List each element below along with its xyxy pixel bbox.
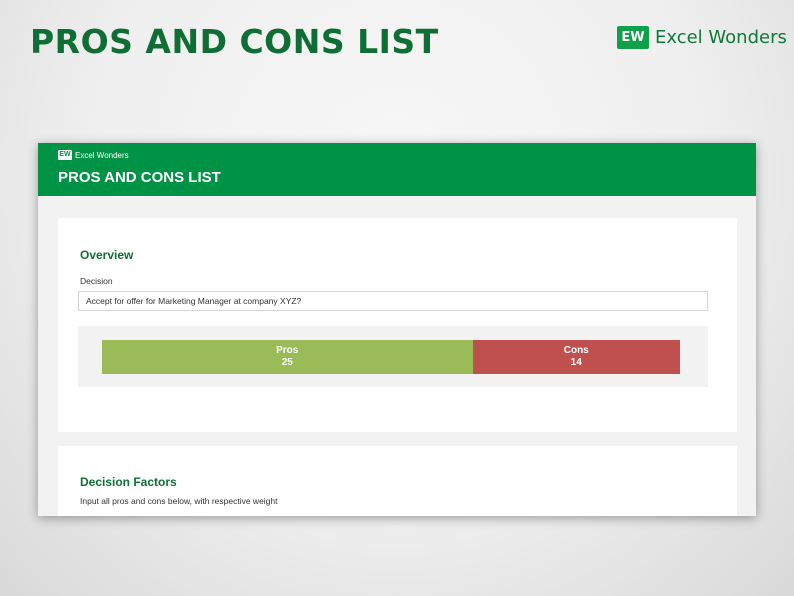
sheet-brand: EW Excel Wonders — [58, 150, 129, 160]
decision-label: Decision — [80, 276, 113, 286]
pros-cons-bar: Pros 25 Cons 14 — [102, 340, 680, 374]
sheet-header: EW Excel Wonders PROS AND CONS LIST — [38, 143, 756, 196]
summary-panel: Pros 25 Cons 14 — [78, 326, 708, 387]
sheet-brand-name: Excel Wonders — [75, 150, 129, 160]
pros-label: Pros — [276, 345, 299, 356]
decision-factors-heading: Decision Factors — [80, 475, 177, 489]
overview-card: Overview Decision Pros 25 Cons 14 — [58, 218, 737, 432]
overview-heading: Overview — [80, 248, 134, 262]
decision-factors-card: Decision Factors Input all pros and cons… — [58, 446, 737, 516]
pros-value: 25 — [281, 357, 293, 368]
decision-input[interactable] — [78, 291, 708, 311]
brand-name: Excel Wonders — [655, 27, 787, 48]
cons-label: Cons — [563, 345, 589, 356]
page-title: PROS AND CONS LIST — [30, 22, 439, 61]
sheet-logo-icon: EW — [58, 150, 72, 160]
excel-wonders-logo-icon: EW — [617, 26, 649, 49]
decision-factors-subtitle: Input all pros and cons below, with resp… — [80, 496, 278, 506]
cons-value: 14 — [570, 357, 582, 368]
pros-segment: Pros 25 — [102, 340, 473, 374]
brand: EW Excel Wonders — [617, 26, 787, 49]
cons-segment: Cons 14 — [472, 340, 680, 374]
spreadsheet-preview: EW Excel Wonders PROS AND CONS LIST Over… — [38, 143, 756, 516]
sheet-title: PROS AND CONS LIST — [58, 169, 221, 186]
